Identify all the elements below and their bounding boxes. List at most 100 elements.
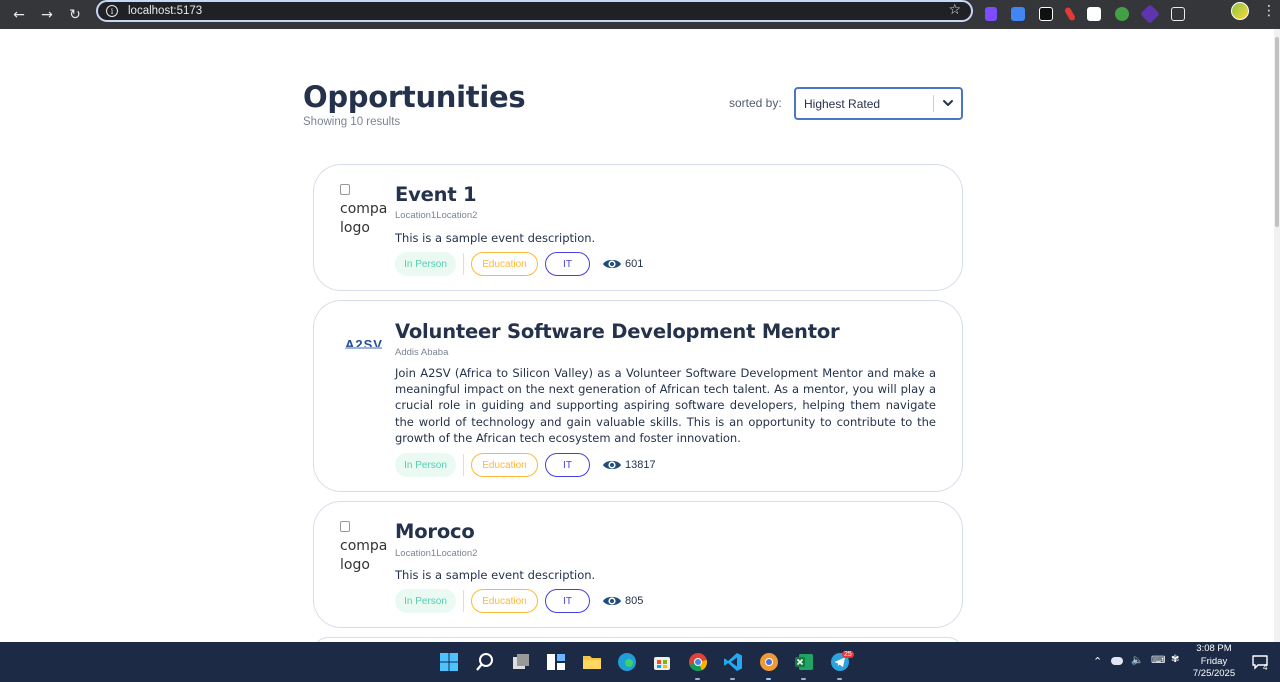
tag-separator [463, 253, 464, 275]
view-count: 601 [625, 258, 644, 270]
bookmark-star-icon[interactable]: ☆ [948, 2, 961, 18]
clock[interactable]: 3:08 PM Friday 7/25/2025 [1185, 643, 1243, 681]
tag-it: IT [545, 252, 590, 276]
tag-separator [463, 590, 464, 612]
chrome-canary-icon[interactable] [759, 652, 779, 672]
edge-icon[interactable] [617, 652, 637, 672]
forward-icon[interactable]: → [36, 4, 58, 26]
tag-education: Education [471, 453, 538, 477]
extension-icon[interactable] [985, 7, 997, 21]
task-view-icon[interactable] [511, 652, 531, 672]
tag-it: IT [545, 453, 590, 477]
site-info-icon[interactable]: i [106, 5, 118, 17]
company-logo: A2SV [345, 334, 385, 352]
company-logo-image: company logo [340, 518, 388, 572]
logo-text: A2SV [345, 337, 383, 352]
card-location: Location1Location2 [395, 548, 478, 559]
card-title[interactable]: Event 1 [395, 183, 477, 206]
card-tags: In Person Education IT 805 [395, 589, 643, 613]
menu-kebab-icon[interactable]: ⋮ [1262, 4, 1276, 18]
eye-icon [603, 596, 621, 606]
running-indicator-active [766, 678, 771, 680]
extensions-puzzle-icon[interactable] [1171, 7, 1185, 21]
opportunity-card[interactable]: A2SV Volunteer Software Development Ment… [313, 300, 963, 492]
card-description: This is a sample event description. [395, 568, 596, 582]
sort-label: sorted by: [729, 96, 782, 110]
chevron-down-icon [943, 100, 953, 106]
opportunity-card[interactable]: company logo Moroco Location1Location2 T… [313, 501, 963, 628]
language-icon[interactable]: ⌨ [1151, 655, 1165, 666]
company-logo-image: company logo [340, 181, 388, 235]
logo-alt-text: company logo [340, 538, 388, 572]
tag-in-person: In Person [395, 252, 456, 276]
card-tags: In Person Education IT 13817 [395, 453, 656, 477]
notification-count: 4 [1263, 663, 1268, 672]
vscode-icon[interactable] [723, 652, 743, 672]
card-location: Location1Location2 [395, 210, 478, 221]
extensions-bar [985, 3, 1199, 25]
card-location: Addis Ababa [395, 347, 449, 358]
view-count: 13817 [625, 459, 656, 471]
sort-selected-value: Highest Rated [804, 96, 881, 111]
extension-icon[interactable] [1011, 7, 1025, 21]
file-explorer-icon[interactable] [582, 652, 602, 672]
extension-icon[interactable] [1087, 7, 1101, 21]
scrollbar-thumb[interactable] [1275, 37, 1279, 227]
tray-chevron-up-icon[interactable]: ⌃ [1093, 655, 1102, 668]
card-title[interactable]: Volunteer Software Development Mentor [395, 320, 840, 343]
clock-date: 7/25/2025 [1192, 668, 1236, 679]
card-tags: In Person Education IT 601 [395, 252, 643, 276]
extension-icon[interactable] [1063, 6, 1077, 22]
dropdown-divider [933, 95, 934, 112]
extension-icon[interactable] [1140, 4, 1160, 24]
tag-education: Education [471, 589, 538, 613]
broken-image-icon [340, 184, 350, 195]
eye-icon [603, 259, 621, 269]
eye-icon [603, 460, 621, 470]
chrome-icon[interactable] [688, 652, 708, 672]
logo-subtitle-line [346, 347, 382, 349]
tag-education: Education [471, 252, 538, 276]
result-count: Showing 10 results [303, 116, 401, 128]
telegram-badge: 25 [842, 651, 854, 658]
url-text: localhost:5173 [128, 5, 203, 17]
back-icon[interactable]: ← [8, 4, 30, 26]
windows-start-icon[interactable] [439, 652, 459, 672]
onedrive-icon[interactable] [1111, 657, 1123, 665]
tag-separator [463, 454, 464, 476]
tag-in-person: In Person [395, 589, 456, 613]
views: 13817 [602, 458, 656, 472]
profile-avatar[interactable] [1231, 2, 1249, 20]
speaker-icon[interactable]: 🔈 [1131, 655, 1143, 666]
logo-alt-text: company logo [340, 201, 388, 235]
reload-icon[interactable]: ↻ [64, 4, 86, 26]
card-title[interactable]: Moroco [395, 520, 475, 543]
sort-dropdown[interactable]: Highest Rated [794, 87, 963, 120]
tag-in-person: In Person [395, 453, 456, 477]
running-indicator [801, 678, 806, 680]
views: 805 [602, 594, 643, 608]
clock-day: Friday [1200, 655, 1228, 667]
views: 601 [602, 257, 643, 271]
page-scrollbar[interactable] [1274, 29, 1280, 642]
extension-icon[interactable] [1115, 7, 1129, 21]
card-description: This is a sample event description. [395, 231, 596, 245]
wifi-icon[interactable]: ✾ [1171, 654, 1179, 665]
opportunity-card[interactable]: company logo Event 1 Location1Location2 … [313, 164, 963, 291]
running-indicator [837, 678, 842, 680]
address-bar[interactable]: i localhost:5173 ☆ [96, 0, 973, 22]
widgets-icon[interactable] [546, 652, 566, 672]
search-icon[interactable] [475, 652, 495, 672]
running-indicator [695, 678, 700, 680]
excel-icon[interactable] [794, 652, 814, 672]
tag-it: IT [545, 589, 590, 613]
broken-image-icon [340, 521, 350, 532]
card-description: Join A2SV (Africa to Silicon Valley) as … [395, 366, 936, 445]
page-title: Opportunities [303, 80, 526, 114]
windows-taskbar: 25 ⌃ 🔈 ⌨ ✾ 3:08 PM Friday 7/25/2025 4 [0, 642, 1280, 682]
store-icon[interactable] [652, 652, 672, 672]
extension-icon[interactable] [1039, 7, 1053, 21]
running-indicator [730, 678, 735, 680]
view-count: 805 [625, 595, 644, 607]
clock-time: 3:08 PM [1196, 643, 1232, 654]
